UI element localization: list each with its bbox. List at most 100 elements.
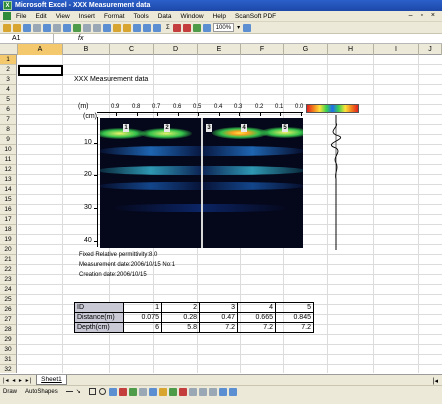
select-all-corner[interactable] (0, 44, 18, 55)
autoshapes-menu-button[interactable]: AutoShapes (25, 389, 58, 395)
email-icon[interactable] (43, 23, 51, 32)
chart-wizard-icon[interactable] (192, 23, 201, 32)
autosum-icon[interactable]: Σ (166, 25, 170, 31)
insert-function-icon[interactable]: fx (78, 35, 83, 42)
row-header[interactable]: 21 (0, 255, 16, 265)
row-header[interactable]: 6 (0, 105, 16, 115)
zoom-select[interactable]: 100% (212, 23, 235, 32)
table-cell[interactable]: 0.075 (123, 312, 162, 323)
dash-style-icon[interactable] (198, 387, 207, 396)
clipart-tool-icon[interactable] (138, 387, 147, 396)
textbox-tool-icon[interactable] (108, 387, 117, 396)
rectangle-tool-icon[interactable] (88, 388, 96, 395)
table-cell[interactable]: 1 (123, 302, 162, 313)
column-header-d[interactable]: D (154, 44, 198, 55)
name-box[interactable]: A1 (0, 33, 54, 44)
oval-tool-icon[interactable] (98, 388, 106, 395)
wordart-tool-icon[interactable] (118, 387, 127, 396)
table-cell[interactable]: 7.2 (275, 322, 314, 333)
row-header[interactable]: 9 (0, 135, 16, 145)
row-header[interactable]: 29 (0, 335, 16, 345)
column-header-i[interactable]: I (374, 44, 419, 55)
help-icon[interactable] (243, 23, 252, 32)
column-header-a[interactable]: A (18, 44, 63, 55)
table-cell[interactable]: 5.8 (161, 322, 200, 333)
save-icon[interactable] (23, 23, 31, 32)
menu-help[interactable]: Help (213, 13, 226, 20)
fill-color-icon[interactable] (158, 387, 167, 396)
spelling-icon[interactable] (73, 23, 81, 32)
active-cell-a1[interactable] (18, 65, 63, 76)
horizontal-scrollbar[interactable]: |◂ (433, 377, 438, 385)
row-header[interactable]: 10 (0, 145, 16, 155)
window-controls[interactable]: – ▫ × (409, 12, 438, 19)
font-color-icon[interactable] (178, 387, 187, 396)
row-header[interactable]: 12 (0, 165, 16, 175)
picture-tool-icon[interactable] (148, 387, 157, 396)
menu-edit[interactable]: Edit (35, 13, 46, 20)
print-preview-icon[interactable] (63, 23, 71, 32)
table-cell[interactable]: 5 (275, 302, 314, 313)
row-header[interactable]: 14 (0, 185, 16, 195)
row-header[interactable]: 19 (0, 235, 16, 245)
row-header[interactable]: 5 (0, 95, 16, 105)
row-header[interactable]: 11 (0, 155, 16, 165)
sheet-nav-buttons[interactable]: |◂ ◂ ▸ ▸| (3, 377, 32, 384)
table-cell[interactable]: 4 (237, 302, 276, 313)
column-header-h[interactable]: H (328, 44, 374, 55)
table-cell[interactable]: 0.665 (237, 312, 276, 323)
column-header-j[interactable]: J (419, 44, 442, 55)
menu-file[interactable]: File (16, 13, 26, 20)
tab-sheet1[interactable]: Sheet1 (36, 375, 67, 385)
permission-icon[interactable] (33, 23, 41, 32)
undo-icon[interactable] (133, 23, 141, 32)
row-header[interactable]: 22 (0, 265, 16, 275)
paste-icon[interactable] (113, 23, 121, 32)
row-header[interactable]: 4 (0, 85, 16, 95)
menu-tools[interactable]: Tools (134, 13, 149, 20)
table-cell[interactable]: 6 (123, 322, 162, 333)
shadow-style-icon[interactable] (218, 387, 227, 396)
new-icon[interactable] (3, 23, 11, 32)
copy-icon[interactable] (103, 23, 111, 32)
research-icon[interactable] (83, 23, 91, 32)
row-header[interactable]: 23 (0, 275, 16, 285)
row-header[interactable]: 16 (0, 205, 16, 215)
open-icon[interactable] (13, 23, 21, 32)
menu-view[interactable]: View (56, 13, 70, 20)
3d-style-icon[interactable] (228, 387, 237, 396)
column-header-e[interactable]: E (198, 44, 241, 55)
cut-icon[interactable] (93, 23, 101, 32)
column-header-f[interactable]: F (241, 44, 284, 55)
workbook-icon[interactable] (3, 12, 11, 20)
row-header[interactable]: 3 (0, 75, 16, 85)
table-cell[interactable]: 0.28 (161, 312, 200, 323)
line-color-icon[interactable] (168, 387, 177, 396)
row-header[interactable]: 15 (0, 195, 16, 205)
row-header[interactable]: 28 (0, 325, 16, 335)
arrow-tool-icon[interactable]: ↘ (76, 388, 81, 395)
row-header[interactable]: 26 (0, 305, 16, 315)
row-header[interactable]: 25 (0, 295, 16, 305)
table-cell[interactable]: 7.2 (199, 322, 238, 333)
print-icon[interactable] (53, 23, 61, 32)
column-header-b[interactable]: B (63, 44, 110, 55)
hyperlink-icon[interactable] (153, 23, 161, 32)
row-header[interactable]: 8 (0, 125, 16, 135)
row-header[interactable]: 7 (0, 115, 16, 125)
format-painter-icon[interactable] (123, 23, 131, 32)
redo-icon[interactable] (143, 23, 151, 32)
column-header-c[interactable]: C (110, 44, 154, 55)
menu-window[interactable]: Window (180, 13, 203, 20)
line-style-icon[interactable] (188, 387, 197, 396)
row-header[interactable]: 1 (0, 55, 16, 65)
sort-descending-icon[interactable] (182, 23, 191, 32)
row-header[interactable]: 17 (0, 215, 16, 225)
row-header[interactable]: 2 (0, 65, 16, 75)
sort-ascending-icon[interactable] (172, 23, 181, 32)
drawing-icon[interactable] (202, 23, 211, 32)
menu-scansoft-pdf[interactable]: ScanSoft PDF (235, 13, 276, 20)
row-header[interactable]: 31 (0, 355, 16, 365)
menu-format[interactable]: Format (104, 13, 125, 20)
row-header[interactable]: 13 (0, 175, 16, 185)
